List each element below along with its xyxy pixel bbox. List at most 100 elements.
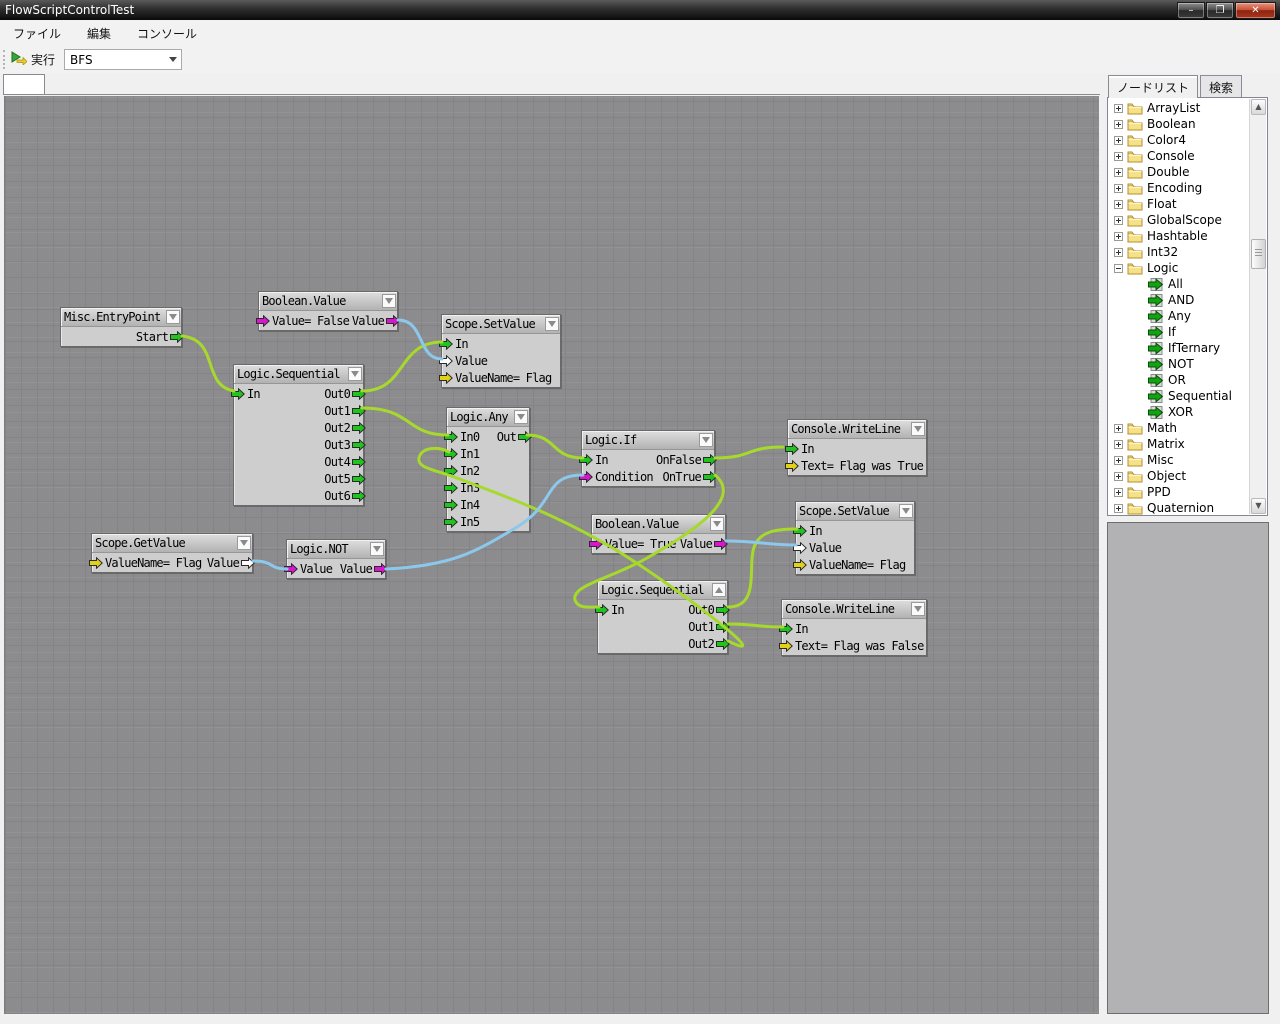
script-combobox[interactable]: BFS — [64, 49, 182, 70]
flow-node[interactable]: Console.WriteLine In Text= Flag was True — [787, 419, 927, 476]
expand-icon[interactable] — [1114, 248, 1123, 257]
node-collapse-button[interactable] — [166, 310, 180, 324]
expand-icon[interactable] — [1114, 152, 1123, 161]
port-arrow-string[interactable] — [89, 557, 103, 569]
tree-leaf-item[interactable]: NOT — [1108, 356, 1267, 372]
expand-icon[interactable] — [1114, 184, 1123, 193]
port-arrow-exec[interactable] — [444, 499, 458, 511]
tree-leaf-item[interactable]: If — [1108, 324, 1267, 340]
menu-file[interactable]: ファイル — [0, 21, 74, 46]
port-arrow-exec[interactable] — [444, 516, 458, 528]
node-collapse-button[interactable] — [712, 583, 726, 597]
expand-icon[interactable] — [1114, 472, 1123, 481]
close-button[interactable]: ✕ — [1235, 2, 1276, 19]
minimize-button[interactable]: – — [1177, 2, 1205, 19]
port-arrow-exec[interactable] — [352, 422, 366, 434]
port-arrow-exec[interactable] — [518, 431, 532, 443]
expand-icon[interactable] — [1114, 232, 1123, 241]
port-arrow-string[interactable] — [793, 559, 807, 571]
node-collapse-button[interactable] — [710, 517, 724, 531]
node-collapse-button[interactable] — [382, 294, 396, 308]
tree-item[interactable]: Object — [1108, 468, 1267, 484]
scroll-up-icon[interactable]: ▲ — [1251, 99, 1266, 115]
flow-node[interactable]: Logic.If InOnFalse ConditionOnTrue — [581, 430, 715, 487]
port-arrow-exec[interactable] — [352, 405, 366, 417]
port-arrow-exec[interactable] — [444, 431, 458, 443]
tree-item[interactable]: Int32 — [1108, 244, 1267, 260]
tree-item[interactable]: Double — [1108, 164, 1267, 180]
flow-node[interactable]: Console.WriteLine In Text= Flag was Fals… — [781, 599, 927, 656]
port-arrow-bool[interactable] — [589, 538, 603, 550]
expand-icon[interactable] — [1114, 168, 1123, 177]
menu-edit[interactable]: 編集 — [74, 21, 124, 46]
node-collapse-button[interactable] — [545, 317, 559, 331]
expand-icon[interactable] — [1114, 216, 1123, 225]
port-arrow-exec[interactable] — [352, 473, 366, 485]
node-collapse-button[interactable] — [348, 367, 362, 381]
node-title[interactable]: Logic.Sequential — [234, 365, 363, 384]
port-arrow-bool[interactable] — [579, 471, 593, 483]
tab-search[interactable]: 検索 — [1200, 75, 1242, 97]
port-arrow-exec[interactable] — [444, 482, 458, 494]
port-arrow-bool[interactable] — [284, 563, 298, 575]
run-button[interactable]: 実行 — [6, 49, 60, 70]
flow-node[interactable]: Scope.SetValue In Value ValueName= Flag — [441, 314, 561, 388]
port-arrow-exec[interactable] — [779, 623, 793, 635]
node-title[interactable]: Scope.SetValue — [442, 315, 560, 334]
port-arrow-exec[interactable] — [352, 439, 366, 451]
tab-nodelist[interactable]: ノードリスト — [1108, 75, 1198, 98]
node-title[interactable]: Logic.NOT — [287, 540, 385, 559]
node-title[interactable]: Scope.SetValue — [796, 502, 914, 521]
tree-item[interactable]: Math — [1108, 420, 1267, 436]
node-title[interactable]: Logic.Any — [447, 408, 529, 427]
tree-scrollbar[interactable]: ▲ ▼ — [1249, 99, 1266, 514]
tree-item[interactable]: Encoding — [1108, 180, 1267, 196]
port-arrow-exec[interactable] — [231, 388, 245, 400]
tree-leaf-item[interactable]: AND — [1108, 292, 1267, 308]
tree-item[interactable]: Matrix — [1108, 436, 1267, 452]
flow-node[interactable]: Logic.Sequential InOut0 Out1 Out2 — [597, 580, 728, 654]
tree-item[interactable]: Boolean — [1108, 116, 1267, 132]
node-title[interactable]: Scope.GetValue — [92, 534, 252, 553]
flow-node[interactable]: Logic.Sequential InOut0 Out1 Out2 Out3 O… — [233, 364, 364, 506]
tree-leaf-item[interactable]: Sequential — [1108, 388, 1267, 404]
canvas-tab[interactable] — [3, 74, 45, 95]
expand-icon[interactable] — [1114, 120, 1123, 129]
node-title[interactable]: Logic.Sequential — [598, 581, 727, 600]
expand-icon[interactable] — [1114, 200, 1123, 209]
node-title[interactable]: Logic.If — [582, 431, 714, 450]
tree-item[interactable]: PPD — [1108, 484, 1267, 500]
port-arrow-exec[interactable] — [703, 454, 717, 466]
tree-item[interactable]: Float — [1108, 196, 1267, 212]
port-arrow-exec[interactable] — [352, 490, 366, 502]
flow-node[interactable]: Scope.SetValue In Value ValueName= Flag — [795, 501, 915, 575]
flow-node[interactable]: Logic.NOT ValueValue — [286, 539, 386, 579]
node-collapse-button[interactable] — [911, 602, 925, 616]
flow-node[interactable]: Boolean.Value Value= FalseValue — [258, 291, 398, 331]
tree-leaf-item[interactable]: Any — [1108, 308, 1267, 324]
tree-leaf-item[interactable]: XOR — [1108, 404, 1267, 420]
port-arrow-exec[interactable] — [716, 604, 730, 616]
tree-item[interactable]: Hashtable — [1108, 228, 1267, 244]
port-arrow-bool[interactable] — [374, 563, 388, 575]
expand-icon[interactable] — [1114, 456, 1123, 465]
collapse-icon[interactable] — [1114, 264, 1123, 273]
menu-console[interactable]: コンソール — [124, 21, 210, 46]
canvas[interactable]: Misc.EntryPoint Start Boolean.Value Valu… — [4, 96, 1099, 1014]
port-arrow-exec[interactable] — [716, 621, 730, 633]
tree-item[interactable]: Logic — [1108, 260, 1267, 276]
scroll-thumb[interactable] — [1251, 239, 1266, 269]
port-arrow-bool[interactable] — [256, 315, 270, 327]
port-arrow-exec[interactable] — [170, 331, 184, 343]
port-arrow-exec[interactable] — [439, 338, 453, 350]
tree-leaf-item[interactable]: IfTernary — [1108, 340, 1267, 356]
flow-node[interactable]: Misc.EntryPoint Start — [60, 307, 182, 347]
expand-icon[interactable] — [1114, 488, 1123, 497]
node-collapse-button[interactable] — [370, 542, 384, 556]
node-title[interactable]: Boolean.Value — [259, 292, 397, 311]
node-title[interactable]: Console.WriteLine — [788, 420, 926, 439]
node-collapse-button[interactable] — [911, 422, 925, 436]
port-arrow-bool[interactable] — [714, 538, 728, 550]
node-collapse-button[interactable] — [899, 504, 913, 518]
scroll-down-icon[interactable]: ▼ — [1251, 498, 1266, 514]
